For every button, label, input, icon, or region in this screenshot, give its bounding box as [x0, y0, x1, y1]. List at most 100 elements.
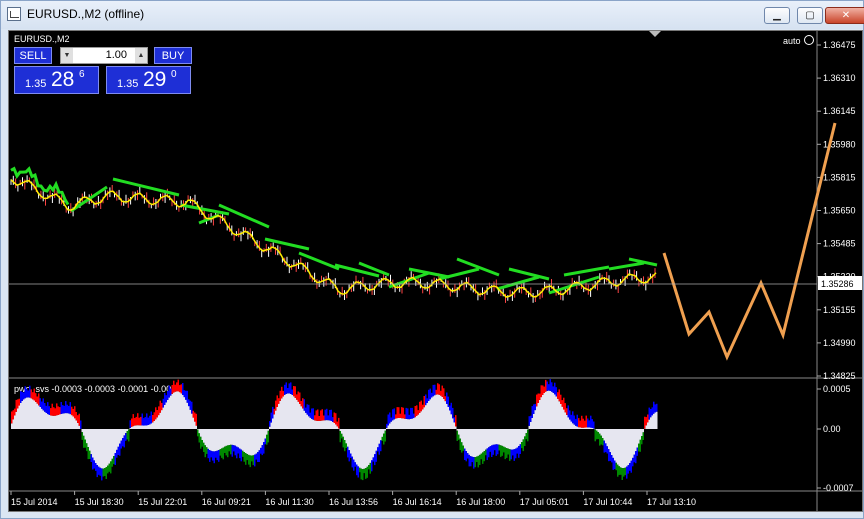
- buy-price-box[interactable]: 1.35 29 0: [106, 66, 191, 94]
- sell-price-box[interactable]: 1.35 28 6: [14, 66, 99, 94]
- histogram-bar: [585, 427, 587, 429]
- histogram-edge: [144, 417, 146, 426]
- histogram-edge: [326, 408, 328, 421]
- histogram-edge: [563, 397, 565, 410]
- histogram-edge: [383, 433, 385, 445]
- histogram-edge: [483, 451, 485, 462]
- histogram-edge: [245, 453, 247, 465]
- histogram-bar: [353, 429, 355, 460]
- histogram-edge: [176, 382, 178, 392]
- histogram-edge: [395, 414, 397, 419]
- histogram-bar: [176, 391, 178, 429]
- histogram-edge: [441, 385, 443, 397]
- histogram-edge: [656, 403, 658, 412]
- histogram-bar: [264, 429, 266, 439]
- histogram-edge: [333, 412, 335, 423]
- histogram-bar: [129, 428, 131, 429]
- histogram-bar: [95, 429, 97, 463]
- green-ma-segment: [508, 267, 550, 281]
- histogram-edge: [518, 446, 520, 458]
- histogram-edge: [93, 460, 95, 469]
- chart-area[interactable]: EURUSD.,M2 auto 1.36475 1.36310 1.36145 1.3…: [8, 30, 863, 512]
- histogram-edge: [308, 404, 310, 417]
- maximize-button[interactable]: ▢: [797, 7, 823, 24]
- histogram-bar: [165, 402, 167, 429]
- green-ma-segment: [608, 261, 645, 271]
- histogram-edge: [258, 450, 260, 462]
- histogram-edge: [453, 417, 455, 423]
- histogram-bar: [504, 429, 506, 448]
- histogram-edge: [623, 468, 625, 477]
- close-button[interactable]: ✕: [825, 7, 864, 24]
- histogram-bar: [126, 429, 128, 432]
- buy-button[interactable]: BUY: [154, 47, 192, 64]
- histogram-bar: [384, 429, 386, 431]
- minimize-button[interactable]: ▁: [764, 7, 790, 24]
- histogram-edge: [416, 405, 418, 416]
- histogram-edge: [399, 413, 401, 418]
- histogram-bar: [392, 420, 394, 429]
- chart-canvas[interactable]: EURUSD.,M2 auto 1.36475 1.36310 1.36145 1.3…: [9, 31, 863, 512]
- histogram-edge: [494, 444, 496, 451]
- histogram-bar: [278, 403, 280, 429]
- histogram-edge: [327, 415, 329, 421]
- histogram-edge: [537, 393, 539, 403]
- histogram-bar: [351, 429, 353, 457]
- histogram-bar: [423, 407, 425, 429]
- price-tick-label: 1.36310: [823, 73, 856, 83]
- histogram-edge: [306, 404, 308, 415]
- histogram-bar: [650, 417, 652, 429]
- lot-increase-icon[interactable]: ▲: [135, 48, 147, 63]
- histogram-bar: [635, 429, 637, 452]
- lot-decrease-icon[interactable]: ▼: [61, 48, 73, 63]
- histogram-edge: [156, 410, 158, 418]
- histogram-bar: [446, 403, 448, 429]
- shift-marker-icon[interactable]: [649, 31, 661, 37]
- histogram-edge: [72, 408, 74, 417]
- histogram-bar: [596, 429, 598, 431]
- green-ma-segment: [334, 263, 380, 278]
- lot-size-input[interactable]: ▼ 1.00 ▲: [60, 47, 148, 64]
- histogram-edge: [501, 445, 503, 456]
- sell-price-fraction: 6: [79, 69, 85, 80]
- histogram-bar: [137, 425, 139, 429]
- histogram-edge: [648, 407, 650, 420]
- histogram-bar: [216, 429, 218, 451]
- histogram-bar: [492, 429, 494, 445]
- histogram-edge: [321, 409, 323, 421]
- histogram-edge: [132, 414, 134, 427]
- histogram-bar: [105, 429, 107, 467]
- histogram-edge: [408, 414, 410, 420]
- histogram-bar: [272, 418, 274, 429]
- histogram-bar: [606, 429, 608, 447]
- histogram-bar: [618, 429, 620, 467]
- histogram-bar: [39, 407, 41, 429]
- histogram-edge: [186, 390, 188, 403]
- green-ma-segment: [408, 267, 450, 279]
- histogram-bar: [45, 413, 47, 429]
- histogram-edge: [122, 438, 124, 447]
- histogram-bar: [369, 429, 371, 463]
- histogram-edge: [585, 415, 587, 428]
- histogram-edge: [242, 450, 244, 457]
- sell-button[interactable]: SELL: [14, 47, 52, 64]
- histogram-edge: [158, 406, 160, 416]
- histogram-edge: [282, 390, 284, 397]
- histogram-bar: [375, 429, 377, 451]
- histogram-edge: [330, 409, 332, 421]
- histogram-edge: [492, 444, 494, 455]
- title-bar[interactable]: EURUSD.,M2 (offline) ▁ ▢ ✕: [1, 1, 864, 29]
- histogram-bar: [357, 429, 359, 467]
- histogram-edge: [384, 430, 386, 442]
- histogram-bar: [296, 399, 298, 429]
- histogram-bar: [57, 415, 59, 429]
- histogram-bar: [587, 427, 589, 429]
- histogram-edge: [17, 399, 19, 409]
- histogram-bar: [567, 417, 569, 429]
- histogram-bar: [152, 422, 154, 429]
- histogram-bar: [174, 391, 176, 429]
- histogram-edge: [59, 407, 61, 415]
- histogram-bar: [299, 404, 301, 429]
- histogram-edge: [248, 454, 250, 465]
- histogram-edge: [206, 447, 208, 454]
